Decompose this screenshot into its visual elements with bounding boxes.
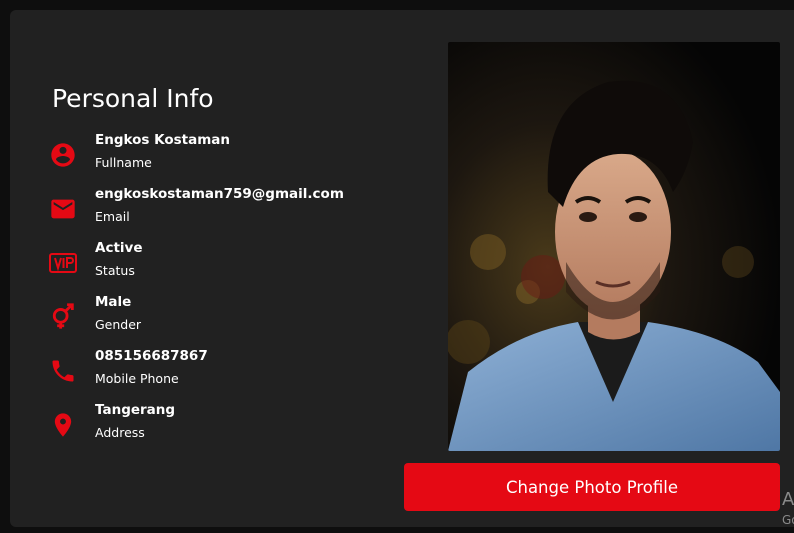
mobile-phone-value: 085156687867 [95,348,208,364]
fullname-value: Engkos Kostaman [95,132,231,148]
change-photo-button[interactable]: Change Photo Profile [404,463,780,511]
status-label: Status [95,263,135,278]
account-circle-icon [48,140,78,170]
address-label: Address [95,425,145,440]
mobile-phone-label: Mobile Phone [95,371,179,386]
watermark-line-2: Go [782,513,794,527]
phone-icon [48,356,78,386]
gender-value: Male [95,294,132,310]
profile-photo [448,42,780,451]
email-icon [48,194,78,224]
gender-label: Gender [95,317,142,332]
address-value: Tangerang [95,402,176,418]
email-label: Email [95,209,130,224]
page-title: Personal Info [52,84,214,113]
activation-watermark: A Go [782,490,794,530]
vip-icon [48,248,78,278]
gender-icon [48,302,78,332]
email-value: engkoskostaman759@gmail.com [95,186,344,202]
fullname-label: Fullname [95,155,152,170]
watermark-line-1: A [782,489,794,510]
location-pin-icon [48,410,78,440]
status-value: Active [95,240,143,256]
